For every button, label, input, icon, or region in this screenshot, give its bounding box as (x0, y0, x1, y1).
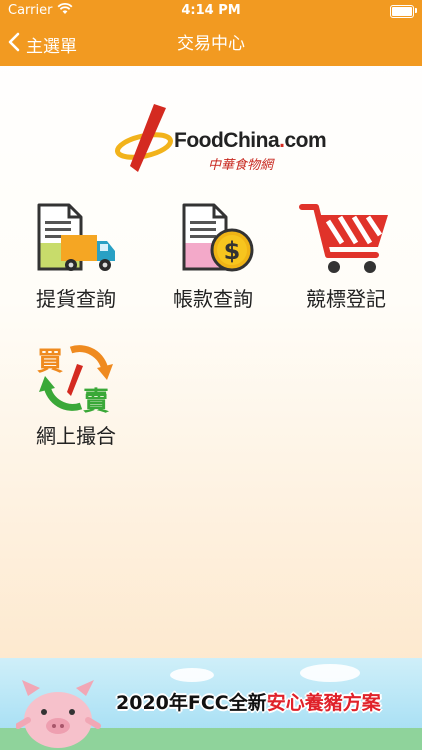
promo-banner[interactable]: 2020年FCC全新安心養豬方案 (0, 658, 422, 750)
sell-character: 賣 (83, 387, 110, 414)
menu-item-pickup-query[interactable]: 提貨查詢 (16, 203, 136, 312)
menu-item-label: 競標登記 (306, 287, 386, 311)
status-bar: Carrier 4:14 PM (0, 0, 422, 22)
menu-item-label: 網上撮合 (36, 424, 116, 448)
page-title: 交易中心 (177, 34, 245, 54)
promo-text-prefix: 2020年FCC全新 (116, 692, 267, 714)
svg-text:$: $ (224, 237, 241, 265)
logo-chinese-name: 中華食物網 (208, 158, 274, 173)
battery-icon (390, 5, 414, 18)
buy-character: 買 (37, 347, 63, 377)
menu-item-bidding-registration[interactable]: 競標登記 (286, 203, 406, 312)
menu-item-account-query[interactable]: $ 帳款查詢 (153, 203, 273, 312)
logo-wordmark: FoodChina.com (174, 129, 327, 153)
document-truck-icon (37, 203, 115, 271)
navigation-bar: 主選單 交易中心 (0, 22, 422, 66)
shopping-cart-icon (299, 204, 388, 273)
cloud-decoration (300, 664, 360, 682)
promo-text-highlight: 安心養豬方案 (266, 692, 381, 714)
promo-banner-text: 2020年FCC全新安心養豬方案 (116, 688, 381, 715)
foodchina-logo: FoodChina.com 中華食物網 (114, 102, 327, 173)
menu-item-label: 提貨查詢 (36, 287, 116, 311)
battery-tip (415, 8, 417, 13)
menu-item-online-matching[interactable]: 買 賣 網上撮合 (16, 340, 136, 449)
cloud-decoration (170, 668, 214, 682)
document-dollar-icon: $ (182, 203, 254, 272)
menu-item-label: 帳款查詢 (173, 287, 253, 311)
pig-mascot-icon (16, 680, 101, 748)
logo-suffix: com (284, 129, 327, 152)
status-time: 4:14 PM (181, 3, 241, 18)
buy-sell-exchange-icon: 買 賣 (37, 345, 113, 414)
logo-brand: FoodChina (174, 129, 280, 152)
